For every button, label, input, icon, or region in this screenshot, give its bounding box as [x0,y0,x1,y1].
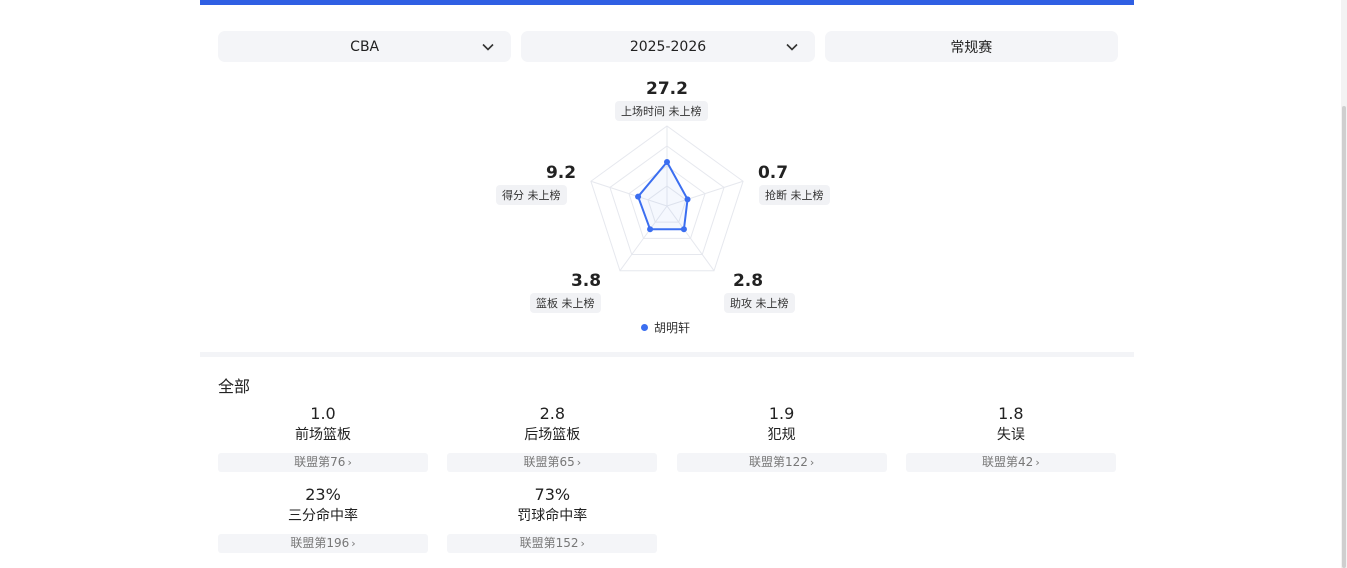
stat-cell-offensive-rebounds: 1.0 前场篮板 联盟第76 › [218,403,428,472]
radar-tag-points: 得分 未上榜 [496,185,567,205]
rank-text: 联盟第196 [290,536,350,550]
rank-text: 联盟第122 [748,455,808,469]
radar-legend[interactable]: 胡明轩 [641,319,690,336]
chevron-right-icon: › [1035,456,1040,469]
radar-point[interactable] [635,193,642,200]
radar-tag-rebounds: 篮板 未上榜 [530,293,601,313]
chevron-down-icon [786,43,798,51]
radar-point[interactable] [664,159,670,165]
chevron-right-icon: › [351,537,356,550]
rank-text: 联盟第152 [519,536,579,550]
league-select[interactable]: CBA [218,31,512,62]
stats-grid: 1.0 前场篮板 联盟第76 › 2.8 后场篮板 联盟第65 › 1.9 犯规 联… [218,403,1118,553]
rank-text: 联盟第65 [523,455,575,469]
stage-select[interactable]: 常规赛 [824,31,1118,62]
season-select-value: 2025-2026 [629,38,707,55]
stat-label: 失误 [996,427,1025,443]
stat-label: 后场篮板 [524,427,581,443]
season-select[interactable]: 2025-2026 [521,31,815,62]
stat-value: 1.8 [998,404,1024,423]
legend-dot [641,324,648,331]
stat-label: 罚球命中率 [517,508,588,524]
rank-text: 联盟第42 [982,455,1034,469]
radar-chart: 27.2 上场时间 未上榜 0.7 抢断 未上榜 2.8 助攻 未上榜 3.8 … [200,62,1134,352]
stat-value: 1.0 [310,404,336,423]
scrollbar-thumb[interactable] [1342,106,1346,568]
stat-cell-turnovers: 1.8 失误 联盟第42 › [905,403,1116,472]
radar-point[interactable] [680,226,687,233]
stat-label: 犯规 [767,427,796,443]
chevron-right-icon: › [576,456,582,469]
league-rank-link[interactable]: 联盟第196 › [218,534,428,553]
stat-cell-free-throw-pct: 73% 罚球命中率 联盟第152 › [447,484,658,553]
stat-label: 前场篮板 [295,427,351,443]
league-select-value: CBA [350,38,380,55]
chevron-right-icon: › [580,537,585,550]
accent-bar [200,0,1134,5]
stage-select-value: 常规赛 [950,39,993,56]
league-rank-link[interactable]: 联盟第152 › [447,534,658,553]
stat-value: 73% [534,485,571,504]
chevron-right-icon: › [809,456,815,469]
radar-tag-steals: 抢断 未上榜 [759,185,830,205]
rank-text: 联盟第76 [294,455,346,469]
chevron-down-icon [482,43,494,51]
stat-label: 三分命中率 [288,508,358,524]
league-rank-link[interactable]: 联盟第76 › [218,453,428,472]
league-rank-link[interactable]: 联盟第42 › [905,453,1116,472]
league-rank-link[interactable]: 联盟第65 › [447,453,658,472]
chevron-right-icon: › [347,456,352,469]
player-stats-panel: CBA 2025-2026 常规赛 27.2 上场时间 未上榜 0.7 抢断 未… [200,0,1134,568]
stat-cell-fouls: 1.9 犯规 联盟第122 › [676,403,887,472]
stat-value: 2.8 [539,404,566,423]
radar-value-steals: 0.7 [757,163,789,183]
radar-value-assists: 2.8 [732,271,764,291]
legend-label: 胡明轩 [654,321,691,335]
stat-cell-defensive-rebounds: 2.8 后场篮板 联盟第65 › [447,403,658,472]
stat-value: 1.9 [768,404,795,423]
league-rank-link[interactable]: 联盟第122 › [676,453,887,472]
radar-tag-assists: 助攻 未上榜 [724,293,795,313]
radar-series-area [636,160,689,231]
section-divider [200,352,1134,357]
radar-point[interactable] [647,226,654,233]
radar-value-rebounds: 3.8 [570,271,602,291]
stat-cell-three-point-pct: 23% 三分命中率 联盟第196 › [218,484,428,553]
radar-value-points: 9.2 [545,163,577,183]
radar-value-minutes: 27.2 [646,79,688,99]
filter-bar: CBA 2025-2026 常规赛 [218,31,1118,62]
radar-tag-minutes: 上场时间 未上榜 [615,101,708,121]
section-title: 全部 [218,377,251,396]
stat-value: 23% [305,485,341,504]
radar-point[interactable] [684,196,691,203]
